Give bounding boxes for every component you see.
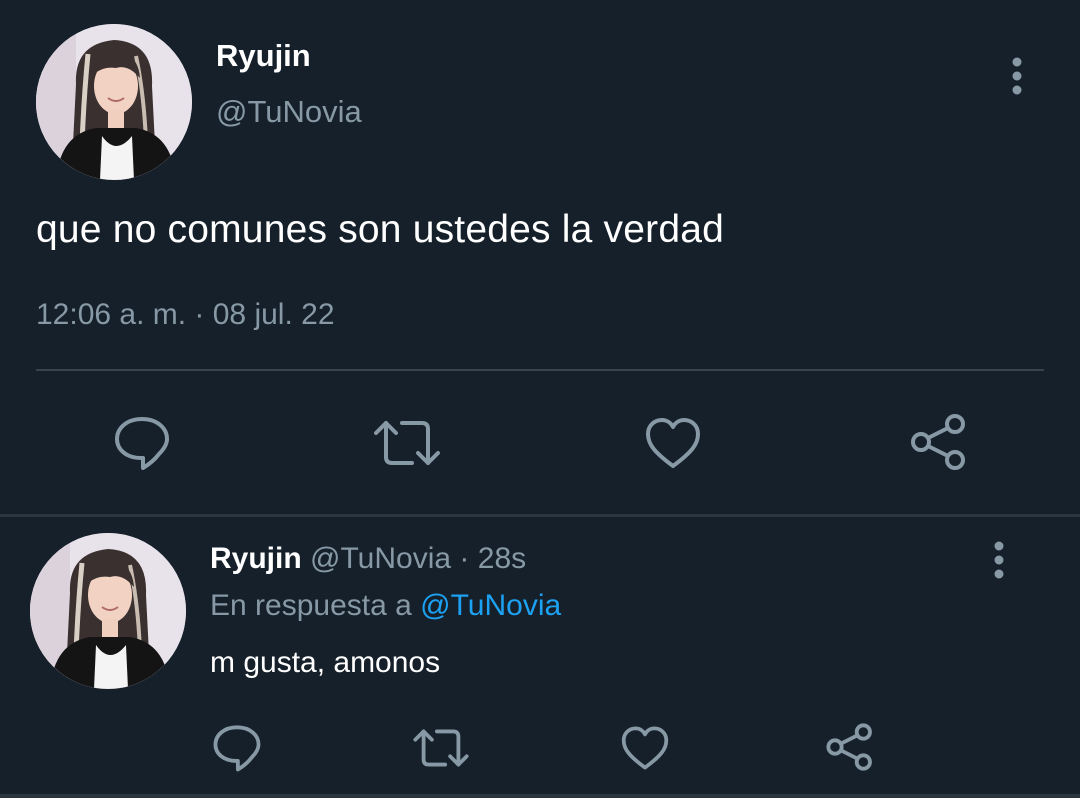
profile-photo: [30, 533, 186, 689]
retweet-button[interactable]: [410, 722, 472, 774]
retweet-icon: [374, 421, 440, 465]
share-icon: [826, 723, 872, 771]
heart-icon: [646, 418, 700, 468]
tweet-text: m gusta, amonos: [210, 646, 441, 679]
more-options-button[interactable]: [986, 540, 1012, 580]
reply-icon: [115, 417, 169, 470]
reply-button[interactable]: [110, 412, 174, 474]
reply-to-label: En respuesta a: [210, 589, 412, 622]
mention-link[interactable]: @TuNovia: [420, 589, 561, 622]
section-divider: [0, 794, 1080, 798]
section-divider: [0, 514, 1080, 517]
avatar[interactable]: [30, 533, 186, 689]
tweet-time[interactable]: 28s: [478, 542, 526, 575]
profile-photo: [36, 24, 192, 180]
display-name[interactable]: Ryujin: [216, 38, 311, 74]
more-options-button[interactable]: [1003, 56, 1031, 96]
avatar[interactable]: [36, 24, 192, 180]
share-icon: [911, 414, 965, 470]
reply-context: En respuesta a @TuNovia: [210, 589, 561, 623]
tweet-text: que no comunes son ustedes la verdad: [36, 208, 724, 251]
retweet-icon: [413, 729, 469, 767]
user-handle[interactable]: @TuNovia: [310, 542, 451, 575]
reply-icon: [213, 725, 261, 772]
more-vertical-icon: [994, 541, 1004, 579]
tweet-timestamp[interactable]: 12:06 a. m. · 08 jul. 22: [36, 298, 335, 332]
like-button[interactable]: [640, 412, 706, 474]
user-handle[interactable]: @TuNovia: [216, 94, 362, 130]
share-button[interactable]: [906, 410, 972, 474]
divider: [36, 369, 1044, 371]
retweet-button[interactable]: [370, 412, 444, 474]
reply-button[interactable]: [210, 722, 264, 774]
share-button[interactable]: [822, 720, 878, 774]
display-name[interactable]: Ryujin: [210, 542, 302, 575]
separator: ·: [459, 542, 470, 575]
heart-icon: [621, 726, 669, 770]
tweet-header: Ryujin @TuNovia · 28s: [210, 542, 526, 576]
more-vertical-icon: [1012, 57, 1022, 95]
like-button[interactable]: [618, 722, 672, 774]
